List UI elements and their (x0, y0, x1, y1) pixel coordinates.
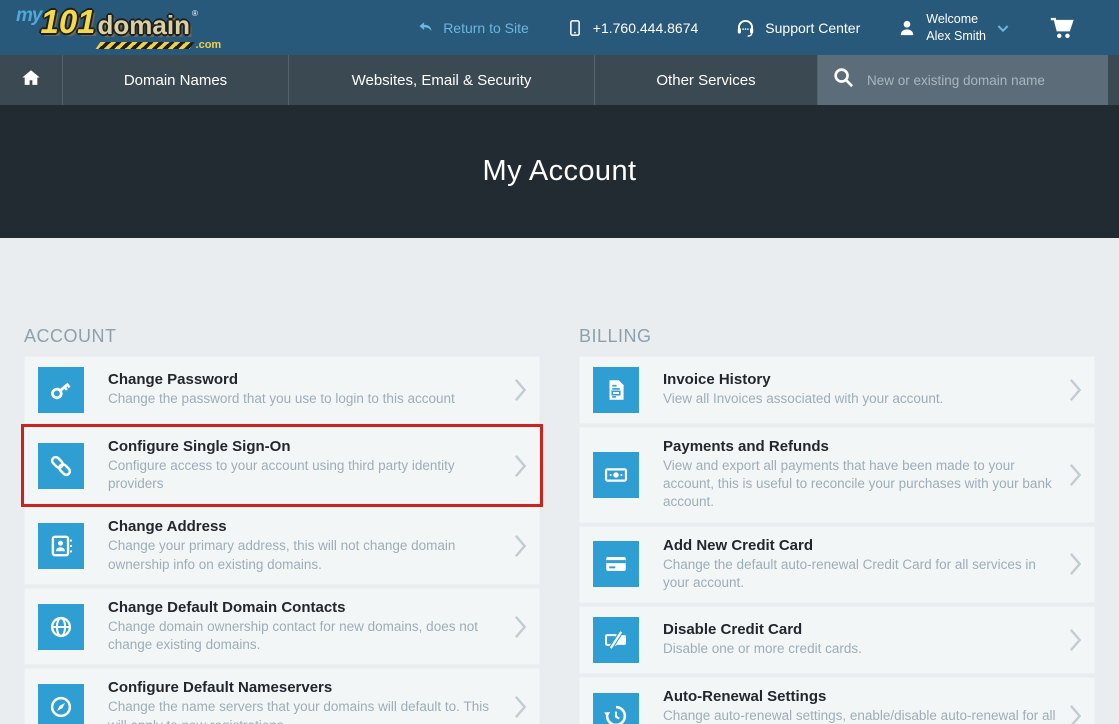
nav-home-button[interactable] (0, 55, 62, 105)
item-configure-default-nameservers[interactable]: Configure Default Nameservers Change the… (24, 668, 540, 724)
item-title: Change Password (108, 371, 504, 388)
nav-label: Domain Names (124, 72, 227, 89)
logo-number: 101 (40, 5, 95, 38)
disable-card-icon (593, 617, 639, 663)
item-description: View all Invoices associated with your a… (663, 390, 1059, 408)
main-nav: Domain Names Websites, Email & Security … (0, 55, 1119, 105)
item-change-default-domain-contacts[interactable]: Change Default Domain Contacts Change do… (24, 588, 540, 665)
site-logo[interactable]: my 101 domain ® .com (16, 5, 221, 51)
mobile-phone-icon (566, 19, 584, 37)
compass-icon (38, 684, 84, 724)
item-add-new-credit-card[interactable]: Add New Credit Card Change the default a… (579, 526, 1095, 603)
history-icon (593, 693, 639, 724)
invoice-icon (593, 367, 639, 413)
user-icon (897, 18, 917, 38)
item-change-password[interactable]: Change Password Change the password that… (24, 356, 540, 424)
nav-label: Other Services (656, 72, 755, 89)
item-change-address[interactable]: Change Address Change your primary addre… (24, 507, 540, 584)
username: Alex Smith (926, 29, 986, 43)
item-description: View and export all payments that have b… (663, 457, 1059, 512)
item-description: Disable one or more credit cards. (663, 640, 1059, 658)
item-auto-renewal-settings[interactable]: Auto-Renewal Settings Change auto-renewa… (579, 677, 1095, 724)
page-title: My Account (483, 155, 637, 188)
item-disable-credit-card[interactable]: Disable Credit Card Disable one or more … (579, 606, 1095, 674)
item-description: Change auto-renewal settings, enable/dis… (663, 707, 1059, 724)
item-title: Invoice History (663, 371, 1059, 388)
link-icon (38, 443, 84, 489)
domain-search-box[interactable] (817, 55, 1108, 105)
chevron-right-icon (514, 615, 527, 639)
phone-link[interactable]: +1.760.444.8674 (566, 19, 699, 37)
item-description: Change domain ownership contact for new … (108, 618, 504, 654)
item-invoice-history[interactable]: Invoice History View all Invoices associ… (579, 356, 1095, 424)
item-title: Configure Default Nameservers (108, 679, 504, 696)
cart-button[interactable] (1048, 14, 1075, 41)
money-icon (593, 452, 639, 498)
account-column: ACCOUNT Change Password Change the passw… (24, 326, 540, 724)
page-header: My Account (0, 105, 1119, 238)
shopping-cart-icon (1048, 14, 1075, 41)
return-arrow-icon (417, 19, 434, 36)
support-center-label: Support Center (765, 20, 860, 36)
headset-icon (735, 17, 756, 38)
search-icon (832, 66, 855, 94)
item-title: Auto-Renewal Settings (663, 688, 1059, 705)
chevron-right-icon (514, 534, 527, 558)
support-center-link[interactable]: Support Center (735, 17, 860, 38)
item-description: Configure access to your account using t… (108, 457, 504, 493)
chevron-right-icon (1069, 628, 1082, 652)
nav-item-websites-email-security[interactable]: Websites, Email & Security (288, 55, 594, 105)
nav-item-domain-names[interactable]: Domain Names (62, 55, 288, 105)
credit-card-icon (593, 541, 639, 587)
logo-word: domain (98, 12, 190, 38)
chevron-right-icon (1069, 552, 1082, 576)
item-title: Add New Credit Card (663, 537, 1059, 554)
nav-item-other-services[interactable]: Other Services (594, 55, 817, 105)
my101domain-account-page: my 101 domain ® .com Return to Site (0, 0, 1119, 724)
logo-stripes (95, 42, 194, 49)
section-heading-account: ACCOUNT (24, 326, 540, 347)
welcome-label: Welcome (926, 12, 978, 26)
item-description: Change your primary address, this will n… (108, 537, 504, 573)
search-input[interactable] (865, 72, 1099, 89)
nav-filler (1108, 55, 1119, 105)
item-title: Payments and Refunds (663, 438, 1059, 455)
item-payments-and-refunds[interactable]: Payments and Refunds View and export all… (579, 427, 1095, 523)
account-menu[interactable]: Welcome Alex Smith (897, 11, 1011, 44)
billing-column: BILLING Invoice History View all Invoice… (579, 326, 1095, 724)
registered-mark: ® (192, 10, 198, 18)
content-area: ACCOUNT Change Password Change the passw… (0, 238, 1119, 724)
chevron-down-icon (995, 20, 1011, 36)
item-configure-single-sign-on[interactable]: Configure Single Sign-On Configure acces… (24, 427, 540, 504)
chevron-right-icon (514, 695, 527, 719)
item-title: Change Default Domain Contacts (108, 599, 504, 616)
home-icon (20, 67, 42, 93)
nav-label: Websites, Email & Security (352, 72, 532, 89)
logo-prefix: my (16, 6, 41, 25)
item-title: Disable Credit Card (663, 621, 1059, 638)
address-book-icon (38, 523, 84, 569)
top-bar: my 101 domain ® .com Return to Site (0, 0, 1119, 55)
key-icon (38, 367, 84, 413)
chevron-right-icon (514, 378, 527, 402)
return-to-site-link[interactable]: Return to Site (417, 19, 529, 36)
chevron-right-icon (1069, 378, 1082, 402)
item-description: Change the password that you use to logi… (108, 390, 504, 408)
globe-icon (38, 604, 84, 650)
chevron-right-icon (1069, 704, 1082, 724)
phone-number: +1.760.444.8674 (593, 20, 699, 36)
section-heading-billing: BILLING (579, 326, 1095, 347)
chevron-right-icon (514, 454, 527, 478)
logo-tld: .com (196, 40, 222, 51)
item-description: Change the name servers that your domain… (108, 698, 504, 724)
item-description: Change the default auto-renewal Credit C… (663, 556, 1059, 592)
return-to-site-label: Return to Site (443, 20, 529, 36)
item-title: Change Address (108, 518, 504, 535)
chevron-right-icon (1069, 463, 1082, 487)
item-title: Configure Single Sign-On (108, 438, 504, 455)
